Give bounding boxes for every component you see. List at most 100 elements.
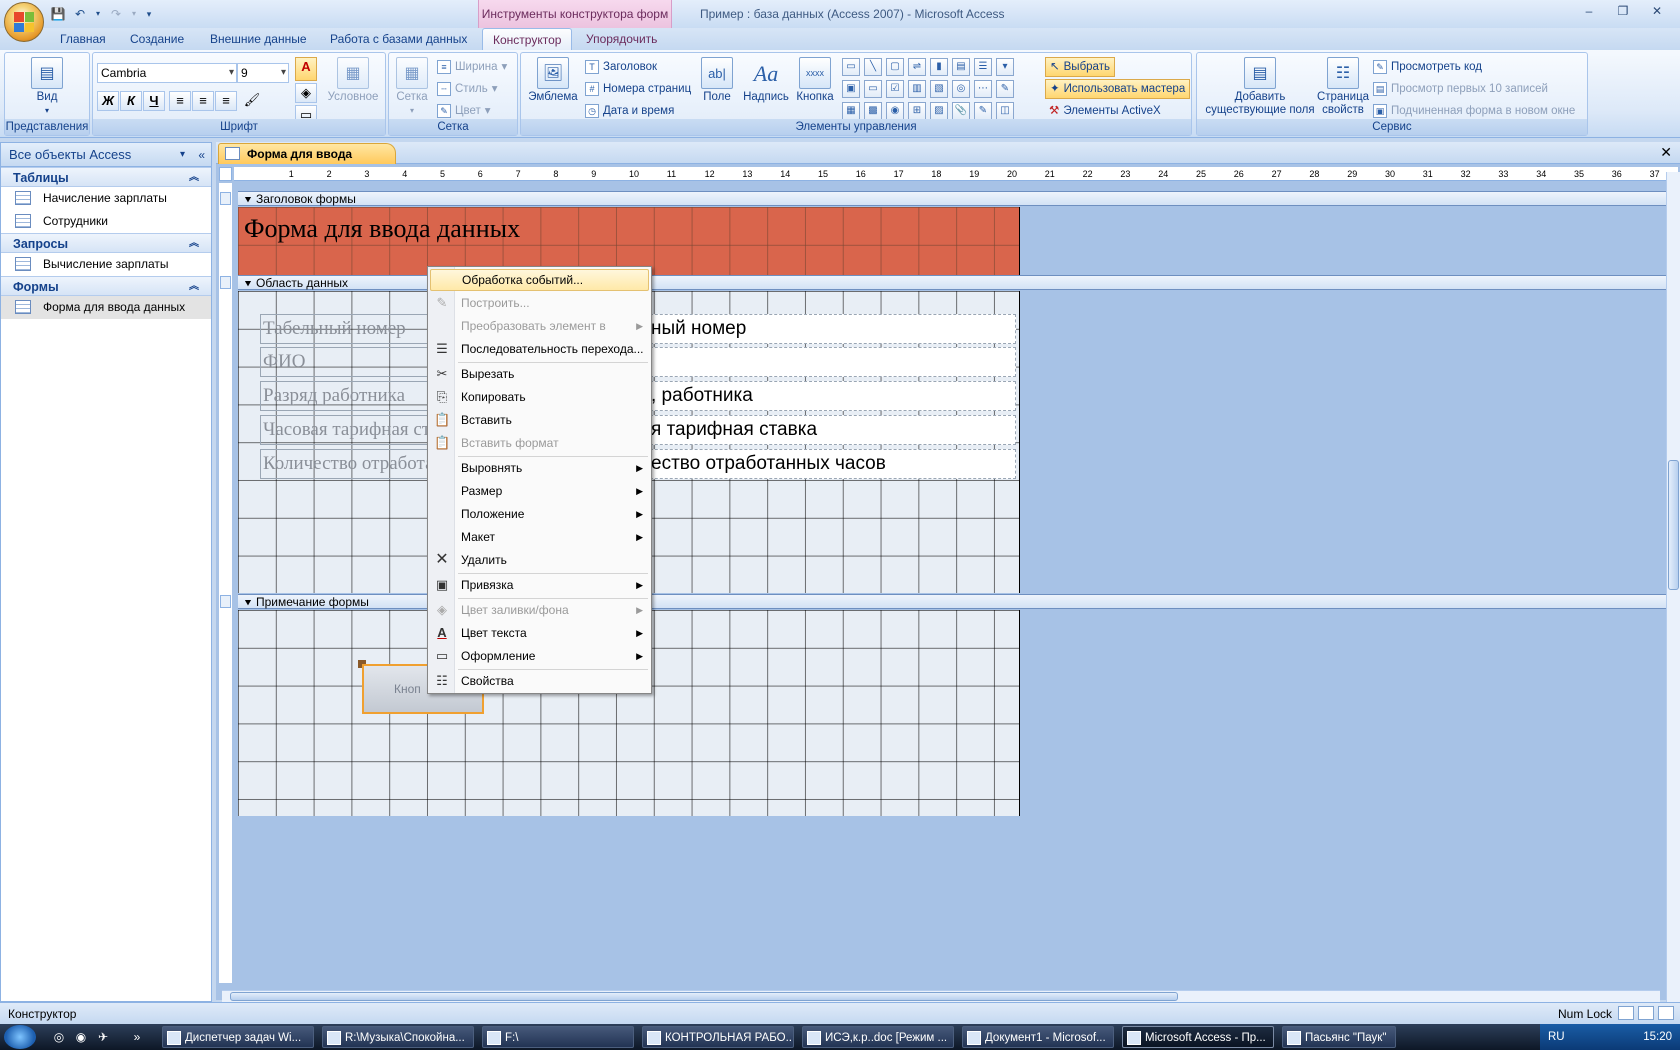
- line-icon[interactable]: ╲: [864, 58, 882, 76]
- customize-qat-icon[interactable]: ▾: [144, 6, 154, 22]
- taskbar-item[interactable]: F:\: [482, 1026, 634, 1048]
- list-box-icon[interactable]: ☰: [974, 58, 992, 76]
- menu-item-cut[interactable]: ✂ Вырезать: [430, 363, 649, 385]
- picture-icon[interactable]: ▨: [930, 102, 948, 120]
- paperclip-icon[interactable]: 📎: [952, 102, 970, 120]
- menu-item-fill-color[interactable]: ◈ Цвет заливки/фона ▶: [430, 599, 649, 621]
- redo-icon[interactable]: ↷: [108, 6, 124, 22]
- field-input[interactable]: [620, 347, 1016, 377]
- grid-width-button[interactable]: ≡ Ширина ▾: [437, 57, 507, 77]
- menu-item-font-color[interactable]: A Цвет текста ▶: [430, 622, 649, 644]
- quicklaunch-more-icon[interactable]: »: [128, 1028, 146, 1046]
- bound-object-icon[interactable]: ▦: [842, 102, 860, 120]
- title-button[interactable]: T Заголовок: [585, 57, 657, 77]
- page-break-icon[interactable]: ⇌: [908, 58, 926, 76]
- tab-arrange[interactable]: Упорядочить: [576, 28, 667, 50]
- menu-item-properties[interactable]: ☷ Свойства: [430, 670, 649, 692]
- section-selector[interactable]: [220, 595, 231, 608]
- font-size-combo[interactable]: 9: [237, 63, 289, 83]
- taskbar-item[interactable]: КОНТРОЛЬНАЯ РАБО...: [642, 1026, 794, 1048]
- start-button[interactable]: [4, 1025, 36, 1049]
- field-input[interactable]: , работника: [620, 381, 1016, 411]
- logo-button[interactable]: 🖼 Эмблема: [523, 57, 583, 104]
- unbound-object-icon[interactable]: ▩: [864, 102, 882, 120]
- field-input[interactable]: ный номер: [620, 314, 1016, 344]
- nav-item-employees-table[interactable]: Сотрудники: [1, 210, 211, 233]
- nav-section-forms[interactable]: Формы ︽: [1, 276, 211, 296]
- add-existing-fields-button[interactable]: ▤ Добавить существующие поля: [1201, 57, 1319, 117]
- field-label[interactable]: Часовая тарифная ставка: [260, 415, 430, 445]
- vertical-scroll-thumb[interactable]: [1668, 460, 1679, 590]
- more-controls-icon[interactable]: ⋯: [974, 80, 992, 98]
- horizontal-scroll-thumb[interactable]: [230, 992, 1178, 1001]
- quicklaunch-app-icon[interactable]: ◉: [72, 1028, 90, 1046]
- tab-design[interactable]: Конструктор: [482, 28, 573, 50]
- menu-item-size[interactable]: Размер ▶: [430, 480, 649, 502]
- taskbar-item[interactable]: Диспетчер задач Wi...: [162, 1026, 314, 1048]
- form-selector[interactable]: [219, 167, 232, 181]
- fill-color-icon[interactable]: ◈: [295, 83, 317, 103]
- nav-section-tables[interactable]: Таблицы ︽: [1, 167, 211, 187]
- nav-item-payroll-table[interactable]: Начисление зарплаты: [1, 187, 211, 210]
- layout-view-icon[interactable]: [1638, 1006, 1654, 1020]
- select-button[interactable]: ↖ Выбрать: [1045, 57, 1115, 77]
- nav-item-data-entry-form[interactable]: Форма для ввода данных: [1, 296, 211, 319]
- image-icon[interactable]: ▧: [930, 80, 948, 98]
- design-view-icon[interactable]: [1658, 1006, 1674, 1020]
- subform-icon[interactable]: ▤: [952, 58, 970, 76]
- section-selector[interactable]: [220, 192, 231, 205]
- horizontal-scrollbar[interactable]: [222, 990, 1660, 1002]
- clock[interactable]: 15:20: [1643, 1024, 1672, 1050]
- command-button[interactable]: xxxx Кнопка: [793, 57, 837, 104]
- nav-header[interactable]: Все объекты Access ▾ «: [1, 143, 211, 167]
- menu-item-special-effect[interactable]: ▭ Оформление ▶: [430, 645, 649, 667]
- nav-section-queries[interactable]: Запросы ︽: [1, 233, 211, 253]
- view-code-button[interactable]: ✎ Просмотреть код: [1373, 57, 1482, 77]
- menu-item-tab-order[interactable]: ☰ Последовательность перехода...: [430, 338, 649, 360]
- field-label[interactable]: Разряд работника: [260, 381, 430, 411]
- conditional-format-button[interactable]: ▦ Условное: [323, 57, 383, 104]
- rectangle-icon[interactable]: ▢: [886, 58, 904, 76]
- rectangle-small-icon[interactable]: ▭: [864, 80, 882, 98]
- field-label[interactable]: ФИО: [260, 347, 430, 377]
- vertical-scrollbar[interactable]: [1666, 172, 1680, 1002]
- taskbar-item[interactable]: ИСЭ,к.р..doc [Режим ...: [802, 1026, 954, 1048]
- close-icon[interactable]: ✕: [1640, 2, 1674, 20]
- gridlines-button[interactable]: ▦ Сетка ▾: [391, 57, 433, 117]
- grid-color-button[interactable]: ✎ Цвет ▾: [437, 101, 491, 121]
- nav-dropdown-icon[interactable]: ▾: [180, 143, 185, 167]
- taskbar-item[interactable]: R:\Музыка\Спокойна...: [322, 1026, 474, 1048]
- field-input[interactable]: я тарифная ставка: [620, 415, 1016, 445]
- option-group-icon[interactable]: ▣: [842, 80, 860, 98]
- tab-home[interactable]: Главная: [50, 28, 116, 50]
- menu-item-delete[interactable]: ✕ Удалить: [430, 549, 649, 571]
- activex-button[interactable]: ⚒ Элементы ActiveX: [1049, 101, 1161, 121]
- tab-external-data[interactable]: Внешние данные: [200, 28, 317, 50]
- menu-item-layout[interactable]: Макет ▶: [430, 526, 649, 548]
- menu-item-paste[interactable]: 📋 Вставить: [430, 409, 649, 431]
- property-sheet-button[interactable]: ☷ Страница свойств: [1313, 57, 1373, 117]
- form-view-icon[interactable]: [1618, 1006, 1634, 1020]
- undo-dropdown-icon[interactable]: ▾: [94, 6, 102, 22]
- nav-item-salary-query[interactable]: Вычисление зарплаты: [1, 253, 211, 276]
- chart-icon[interactable]: ▮: [930, 58, 948, 76]
- format-painter-icon[interactable]: 🖌: [241, 91, 263, 111]
- taskbar-item[interactable]: Пасьянс "Паук": [1282, 1026, 1396, 1048]
- tab-control-icon[interactable]: ▭: [842, 58, 860, 76]
- section-selector[interactable]: [220, 276, 231, 289]
- save-icon[interactable]: 💾: [50, 6, 66, 22]
- object-frame-icon[interactable]: ◎: [952, 80, 970, 98]
- attachment-icon[interactable]: ⊞: [908, 102, 926, 120]
- view-button[interactable]: ▤ Вид ▾: [19, 57, 75, 117]
- insert-icon[interactable]: ✎: [996, 80, 1014, 98]
- view-top10-button[interactable]: ▤ Просмотр первых 10 записей: [1373, 79, 1548, 99]
- minimize-icon[interactable]: ‒: [1572, 2, 1606, 20]
- document-tab[interactable]: Форма для ввода данных: [218, 143, 396, 181]
- menu-item-anchoring[interactable]: ▣ Привязка ▶: [430, 574, 649, 596]
- date-time-button[interactable]: ◷ Дата и время: [585, 101, 674, 121]
- form-title-label[interactable]: Форма для ввода данных: [244, 214, 520, 244]
- page-numbers-button[interactable]: # Номера страниц: [585, 79, 691, 99]
- grid-style-button[interactable]: ┄ Стиль ▾: [437, 79, 497, 99]
- align-center-icon[interactable]: ≡: [192, 91, 214, 111]
- option-button-icon[interactable]: ◉: [886, 102, 904, 120]
